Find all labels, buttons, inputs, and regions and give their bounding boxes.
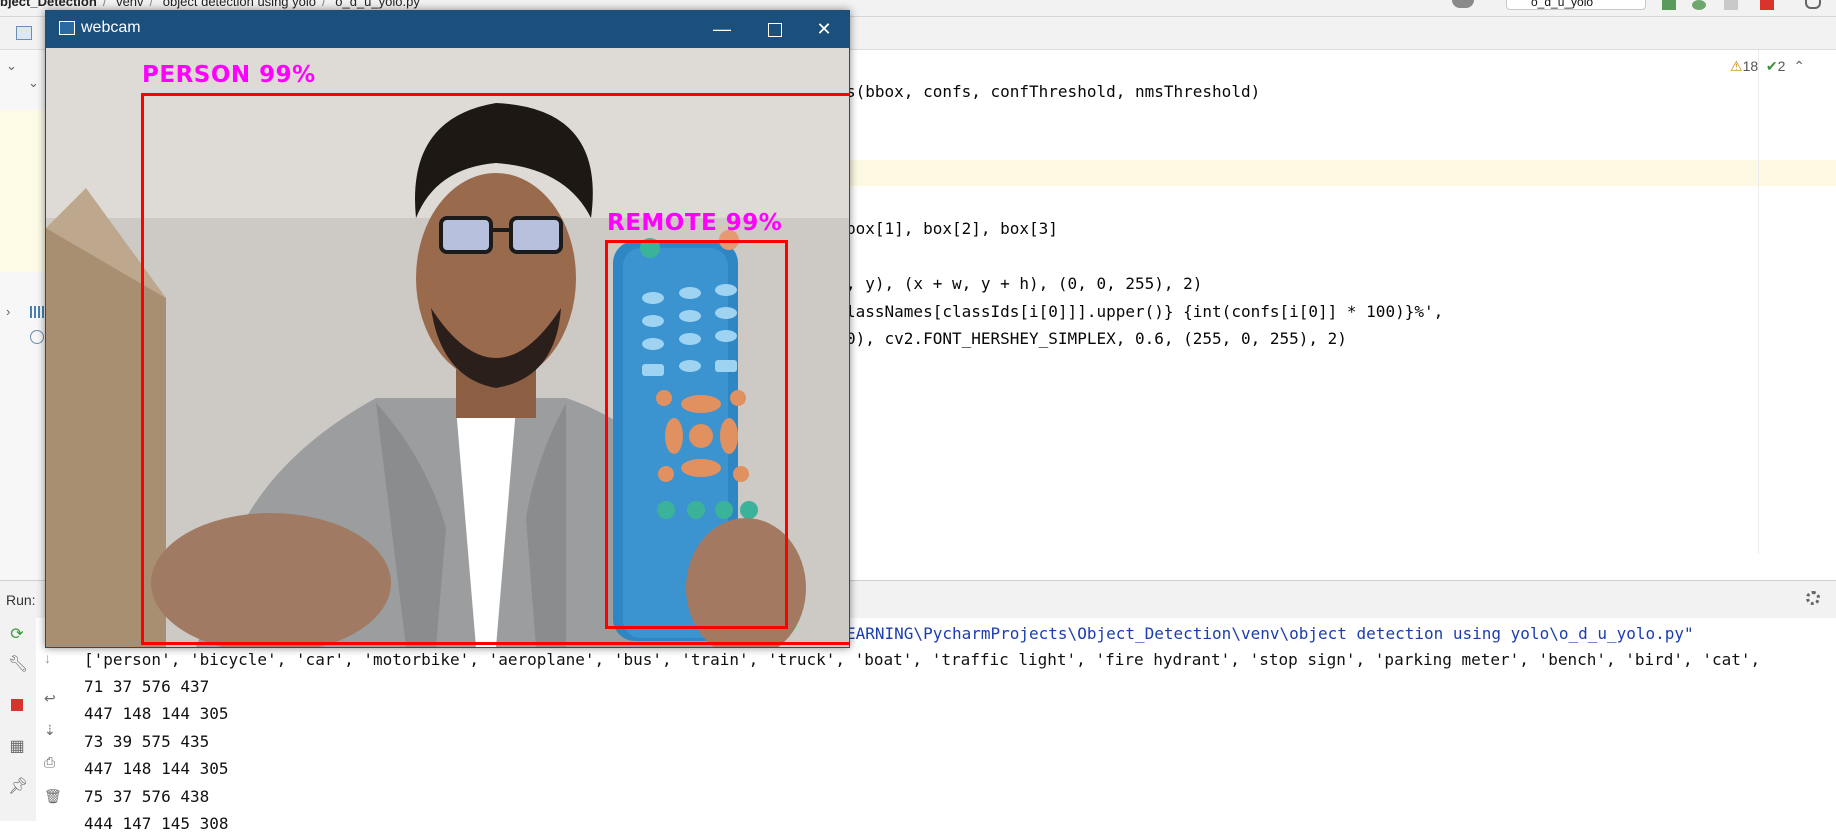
project-view-icon[interactable] [16, 26, 32, 40]
console-output-line: 73 39 575 435 [84, 732, 210, 751]
breadcrumb-venv[interactable]: venv [116, 0, 143, 9]
search-icon[interactable] [1805, 0, 1821, 9]
breadcrumb-project[interactable]: bject_Detection [0, 0, 97, 9]
scroll-down-icon[interactable]: ↓ [44, 650, 51, 666]
chevron-down-icon[interactable]: ⌄ [28, 75, 39, 91]
remote-bounding-box [605, 240, 788, 629]
scratches-icon[interactable] [30, 330, 44, 344]
console-output-line: 75 37 576 438 [84, 787, 210, 806]
rerun-icon[interactable]: ⟳ [8, 626, 26, 644]
webcam-window[interactable]: webcam — ✕ PERSON 99% REMOTE 99% [45, 10, 850, 648]
code-line: box[1], box[2], box[3] [846, 219, 1058, 238]
run-config-select[interactable]: o_d_u_yolo [1506, 0, 1646, 10]
run-config-label: o_d_u_yolo [1531, 0, 1594, 9]
inspection-widget[interactable]: ⚠18 ✔2 ⌃ [1730, 58, 1805, 75]
code-line: lassNames[classIds[i[0]]].upper()} {int(… [846, 302, 1444, 321]
caret-row-highlight [780, 160, 1836, 186]
console-output-line: 447 148 144 305 [84, 704, 229, 723]
console-output-line: 447 148 144 305 [84, 759, 229, 778]
console-output-line: 71 37 576 437 [84, 677, 210, 696]
breadcrumb: bject_Detection / venv / object detection … [0, 0, 426, 9]
console-command: EARNING\PycharmProjects\Object_Detection… [846, 624, 1694, 643]
settings-gear-icon[interactable] [1806, 591, 1820, 605]
user-icon[interactable] [1452, 0, 1474, 8]
stop-icon[interactable] [8, 698, 26, 716]
maximize-button[interactable] [749, 10, 801, 48]
stop-icon[interactable] [1760, 0, 1774, 10]
breadcrumb-file[interactable]: o_d_u_yolo.py [335, 0, 420, 9]
code-line: s(bbox, confs, confThreshold, nmsThresho… [846, 82, 1261, 101]
code-line: 0), cv2.FONT_HERSHEY_SIMPLEX, 0.6, (255,… [846, 329, 1347, 348]
warning-count: 18 [1742, 58, 1759, 74]
run-toolbar: ⟳ 🔧︎ ▦ 📌︎ [0, 618, 37, 821]
chevron-down-icon[interactable]: ⌄ [6, 58, 17, 74]
run-icon[interactable] [1662, 0, 1676, 10]
run-label: Run: [6, 592, 36, 608]
camera-frame: PERSON 99% REMOTE 99% [46, 48, 849, 647]
console-class-list: ['person', 'bicycle', 'car', 'motorbike'… [84, 650, 1761, 669]
chevron-up-icon[interactable]: ⌃ [1793, 58, 1805, 74]
debug-icon[interactable] [1692, 0, 1706, 10]
coverage-icon[interactable] [1724, 0, 1738, 10]
layout-icon[interactable]: ▦ [8, 738, 26, 756]
minimize-button[interactable]: — [696, 10, 748, 48]
scroll-to-end-icon[interactable]: ⇣ [44, 722, 56, 739]
window-titlebar[interactable]: webcam — ✕ [45, 10, 850, 48]
window-title: webcam [81, 19, 141, 36]
window-icon [59, 21, 75, 35]
project-tool-strip: ⌄ ⌄ › [0, 50, 46, 580]
print-icon[interactable]: ⎙ [44, 754, 55, 771]
close-button[interactable]: ✕ [798, 10, 850, 48]
person-detection-label: PERSON 99% [142, 62, 316, 88]
remote-detection-label: REMOTE 99% [607, 210, 783, 236]
warning-icon: ⚠ [1730, 58, 1743, 74]
breadcrumb-folder[interactable]: object detection using yolo [163, 0, 316, 9]
code-line: , y), (x + w, y + h), (0, 0, 255), 2) [846, 274, 1203, 293]
wrench-icon[interactable]: 🔧︎ [8, 656, 28, 674]
project-tree-highlight [0, 110, 46, 272]
editor-right-margin [1758, 50, 1759, 554]
ok-count: 2 [1777, 58, 1786, 74]
run-console[interactable]: EARNING\PycharmProjects\Object_Detection… [36, 618, 1836, 833]
console-output-line: 444 147 145 308 [84, 814, 229, 833]
chevron-right-icon[interactable]: › [6, 304, 10, 319]
soft-wrap-icon[interactable]: ↩ [44, 690, 56, 707]
trash-icon[interactable]: 🗑︎ [44, 788, 62, 805]
check-icon: ✔ [1765, 58, 1778, 74]
pin-icon[interactable]: 📌︎ [8, 778, 28, 796]
library-icon[interactable] [30, 306, 44, 318]
